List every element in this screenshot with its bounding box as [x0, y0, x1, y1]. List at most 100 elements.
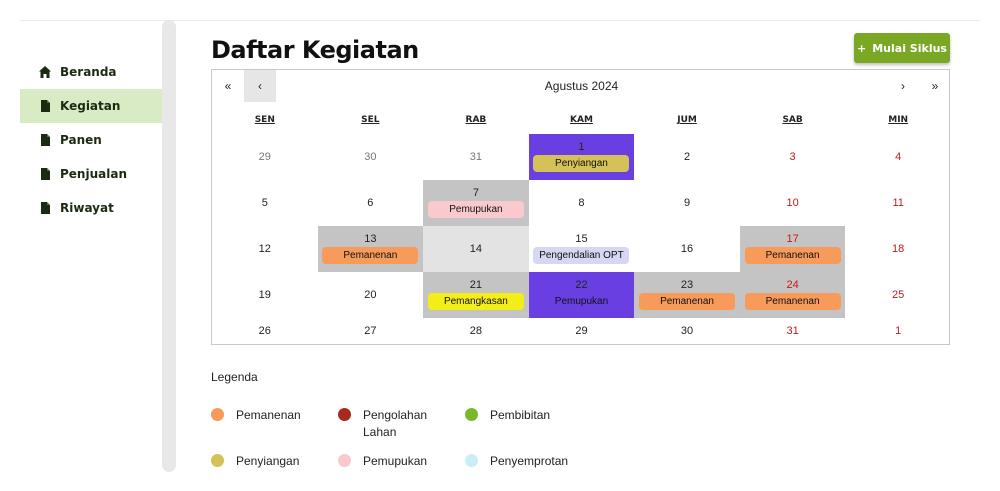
calendar-day-cell[interactable]: 7 Pemupukan	[423, 180, 529, 226]
calendar-day-cell[interactable]: 1 Penyiangan	[528, 134, 635, 180]
calendar-day-cell[interactable]: 29	[529, 318, 635, 344]
sidebar-item-penjualan[interactable]: Penjualan	[20, 157, 162, 191]
legend-color-dot	[465, 408, 478, 421]
calendar-day-cell[interactable]: 2	[634, 134, 740, 180]
day-number: 6	[367, 197, 374, 209]
weekday-label: MIN	[888, 115, 909, 125]
calendar-day-cell[interactable]: 26	[212, 318, 318, 344]
sidebar-scrollbar[interactable]	[162, 20, 176, 472]
sidebar-item-riwayat[interactable]: Riwayat	[20, 191, 162, 225]
legend-item: Pemupukan	[338, 453, 443, 470]
sidebar-item-label: Panen	[60, 133, 102, 147]
sidebar-item-label: Kegiatan	[60, 99, 121, 113]
calendar-day-cell[interactable]: 21 Pemangkasan	[423, 272, 529, 318]
calendar-event[interactable]: Pemanenan	[744, 247, 841, 264]
document-icon	[38, 201, 52, 215]
day-number: 7	[472, 187, 479, 199]
calendar-day-cell[interactable]: 9	[634, 180, 740, 226]
calendar-day-cell[interactable]: 31	[740, 318, 846, 344]
calendar-week-row: 5 6 7 Pemupukan 8 9 10 11	[212, 180, 951, 226]
day-number: 8	[578, 197, 585, 209]
calendar-day-cell[interactable]: 3	[740, 134, 846, 180]
calendar-event[interactable]: Pemanenan	[322, 247, 419, 264]
calendar-day-cell[interactable]: 4	[845, 134, 951, 180]
calendar-day-cell[interactable]: 18	[845, 226, 951, 272]
day-number: 14	[469, 243, 483, 255]
legend-title: Legenda	[211, 370, 258, 384]
next-year-button[interactable]: »	[919, 70, 951, 102]
legend-item: Pengolahan Lahan	[338, 407, 438, 441]
legend-item: Penyemprotan	[465, 453, 610, 470]
start-cycle-button[interactable]: + Mulai Siklus	[854, 33, 950, 63]
day-number: 29	[575, 325, 588, 337]
day-number: 12	[258, 243, 271, 255]
calendar-month-label: Agustus 2024	[544, 79, 619, 93]
calendar-event[interactable]: Pemupukan	[427, 201, 524, 218]
calendar-day-cell[interactable]: 27	[318, 318, 424, 344]
day-number: 15	[575, 233, 588, 245]
sidebar-item-kegiatan[interactable]: Kegiatan	[20, 89, 162, 123]
calendar-day-cell[interactable]: 24 Pemanenan	[739, 272, 846, 318]
legend-color-dot	[211, 454, 224, 467]
sidebar: Beranda Kegiatan Panen Penjualan Riwayat	[20, 55, 162, 225]
calendar-day-cell[interactable]: 1	[845, 318, 951, 344]
weekday-label: SEL	[361, 115, 380, 125]
legend-color-dot	[211, 408, 224, 421]
calendar-week-row: 26 27 28 29 30 31 1	[212, 318, 951, 344]
calendar-day-cell[interactable]: 5	[212, 180, 318, 226]
legend-label: Pengolahan Lahan	[363, 408, 428, 439]
day-number: 18	[892, 243, 905, 255]
day-number: 26	[258, 325, 271, 337]
calendar-day-cell[interactable]: 20	[318, 272, 424, 318]
calendar-event[interactable]: Penyiangan	[533, 155, 630, 172]
day-number: 28	[469, 325, 483, 337]
calendar-day-cell[interactable]: 15 Pengendalian OPT	[529, 226, 635, 272]
calendar-day-cell[interactable]: 22 Pemupukan	[528, 272, 635, 318]
calendar-day-cell[interactable]: 30	[318, 134, 424, 180]
calendar-event[interactable]: Pemanenan	[639, 293, 736, 310]
day-number: 1	[895, 325, 902, 337]
calendar-day-cell[interactable]: 13 Pemanenan	[317, 226, 424, 272]
calendar-day-cell[interactable]: 14	[423, 226, 529, 272]
legend-item: Penyiangan	[211, 453, 316, 470]
calendar-day-cell[interactable]: 17 Pemanenan	[739, 226, 846, 272]
calendar-event[interactable]: Pemupukan	[533, 293, 629, 310]
document-icon	[38, 133, 52, 147]
sidebar-item-beranda[interactable]: Beranda	[20, 55, 162, 89]
legend-color-dot	[338, 408, 351, 421]
calendar-day-cell[interactable]: 16	[634, 226, 740, 272]
plus-icon: +	[857, 41, 867, 55]
day-number: 9	[683, 197, 691, 209]
next-month-button[interactable]: ›	[887, 70, 919, 102]
weekday-label: SEN	[254, 115, 275, 125]
sidebar-item-label: Penjualan	[60, 167, 127, 181]
calendar-day-cell[interactable]: 6	[318, 180, 424, 226]
day-number: 16	[680, 243, 694, 255]
calendar-event[interactable]: Pengendalian OPT	[533, 247, 630, 264]
day-number: 10	[786, 197, 799, 209]
sidebar-item-label: Riwayat	[60, 201, 114, 215]
day-number: 19	[258, 289, 271, 301]
calendar-day-cell[interactable]: 19	[212, 272, 318, 318]
calendar: « ‹ Agustus 2024 › » SEN SEL RAB KAM JUM SAB M…	[211, 69, 950, 345]
calendar-day-cell[interactable]: 28	[423, 318, 529, 344]
calendar-day-cell[interactable]: 8	[529, 180, 635, 226]
day-number: 2	[683, 151, 691, 163]
document-icon	[38, 99, 52, 113]
legend-color-dot	[465, 454, 478, 467]
calendar-day-cell[interactable]: 11	[845, 180, 951, 226]
calendar-event[interactable]: Pemangkasan	[427, 293, 524, 310]
calendar-day-cell[interactable]: 29	[212, 134, 318, 180]
calendar-day-cell[interactable]: 10	[740, 180, 846, 226]
day-number: 30	[364, 151, 377, 163]
calendar-day-cell[interactable]: 31	[423, 134, 529, 180]
calendar-day-cell[interactable]: 23 Pemanenan	[634, 272, 740, 318]
calendar-day-cell[interactable]: 25	[845, 272, 951, 318]
prev-year-button[interactable]: «	[212, 70, 244, 102]
calendar-day-cell[interactable]: 30	[634, 318, 740, 344]
sidebar-item-panen[interactable]: Panen	[20, 123, 162, 157]
prev-month-button[interactable]: ‹	[244, 70, 276, 102]
calendar-day-cell[interactable]: 12	[212, 226, 318, 272]
calendar-event[interactable]: Pemanenan	[744, 293, 841, 310]
day-number: 20	[364, 289, 377, 301]
